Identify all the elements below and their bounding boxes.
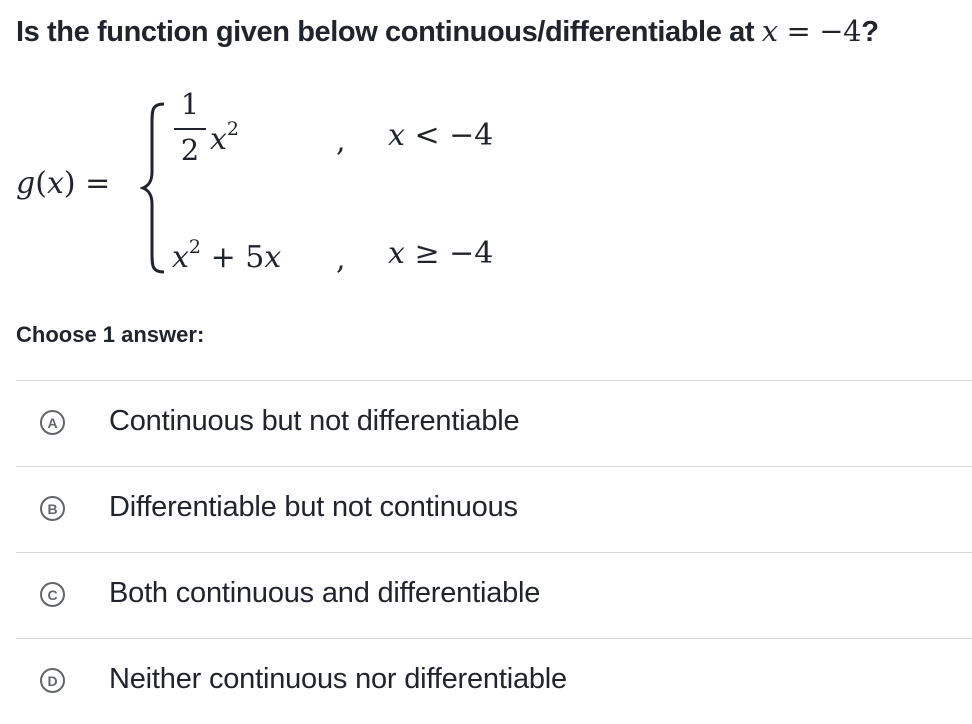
question-equals: = — [777, 14, 820, 48]
choice-c-letter-badge: C — [40, 582, 65, 607]
piece2-variable: x — [172, 240, 189, 275]
question-value: −4 — [819, 14, 862, 48]
piece2-variable2: x — [264, 240, 282, 275]
choice-a-text: Continuous but not differentiable — [109, 405, 520, 437]
piece1-cond-value: −4 — [449, 118, 494, 153]
piece1-exponent: 2 — [226, 118, 240, 140]
piece1-condition: x < −4 — [388, 118, 493, 153]
piece2-expression: x2 + 5x — [172, 236, 281, 275]
question-math: x = −4 — [761, 14, 862, 48]
piece2-comma: , — [336, 242, 346, 277]
piece1-variable: x — [210, 122, 227, 157]
function-letter: g — [16, 166, 36, 201]
piece2-condition: x ≥ −4 — [388, 236, 493, 271]
choice-a-letter-badge: A — [40, 410, 65, 435]
function-argument: x — [46, 166, 64, 201]
piece1-cond-variable: x — [388, 118, 405, 153]
choice-d-letter-badge: D — [40, 668, 65, 693]
question-prefix: Is the function given below continuous/d… — [16, 16, 762, 48]
fraction-numerator: 1 — [180, 87, 200, 121]
question-suffix: ? — [861, 16, 879, 48]
choice-c[interactable]: C Both continuous and differentiable — [16, 552, 972, 638]
fraction-bar — [174, 128, 206, 130]
piece1-comma: , — [336, 124, 346, 159]
choice-d-text: Neither continuous nor differentiable — [109, 663, 567, 695]
choice-a[interactable]: A Continuous but not differentiable — [16, 380, 972, 466]
choice-b[interactable]: B Differentiable but not continuous — [16, 466, 972, 552]
piece2-exponent: 2 — [188, 236, 202, 258]
piece1-cond-operator: < — [414, 118, 440, 153]
question-variable: x — [761, 14, 778, 48]
choice-c-text: Both continuous and differentiable — [109, 577, 541, 609]
piece2-cond-value: −4 — [449, 236, 494, 271]
choice-d[interactable]: D Neither continuous nor differentiable — [16, 638, 972, 724]
choose-label: Choose 1 answer: — [16, 322, 205, 347]
piece1-expression: x2 — [210, 118, 239, 157]
piecewise-brace — [140, 102, 165, 274]
question-text: Is the function given below continuous/d… — [16, 14, 879, 49]
piece2-plus: + — [210, 240, 236, 275]
function-name: g(x) = — [16, 166, 111, 201]
piece2-coefficient: 5 — [245, 240, 265, 275]
piece2-cond-operator: ≥ — [414, 236, 440, 271]
function-equals: = — [85, 166, 111, 201]
choice-b-letter-badge: B — [40, 496, 65, 521]
fraction-denominator: 2 — [180, 133, 200, 167]
piece2-cond-variable: x — [388, 236, 405, 271]
choice-b-text: Differentiable but not continuous — [109, 491, 518, 523]
piece1-fraction: 1 2 — [172, 90, 208, 165]
